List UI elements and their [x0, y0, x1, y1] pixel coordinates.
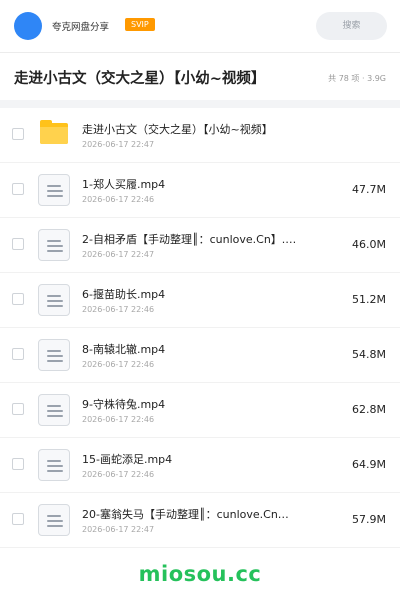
search-button[interactable]: 搜索 [316, 12, 387, 40]
item-size: 62.8M [352, 403, 386, 416]
item-size: 64.9M [352, 458, 386, 471]
item-size: 46.0M [352, 238, 386, 251]
list-item[interactable]: 1-郑人买履.mp4 2026-06-17 22:46 47.7M [0, 163, 400, 218]
list-item[interactable]: 9-守株待兔.mp4 2026-06-17 22:46 62.8M [0, 383, 400, 438]
section-divider [0, 100, 400, 108]
list-item[interactable]: 15-画蛇添足.mp4 2026-06-17 22:46 64.9M [0, 438, 400, 493]
list-item[interactable]: 6-揠苗助长.mp4 2026-06-17 22:46 51.2M [0, 273, 400, 328]
app-name: 夸克网盘分享 [52, 22, 110, 33]
folder-title-row: 走进小古文（交大之星）【小幼~视频】 共 78 项 · 3.9G [0, 53, 400, 100]
document-icon [38, 284, 70, 316]
document-icon [38, 449, 70, 481]
item-checkbox[interactable] [12, 238, 24, 250]
item-name: 8-南辕北辙.mp4 [82, 343, 166, 356]
item-size: 51.2M [352, 293, 386, 306]
item-name: 走进小古文（交大之星）【小幼~视频】 [82, 123, 273, 136]
header: 夸克网盘分享 SVIP 搜索 [0, 0, 400, 52]
item-date: 2026-06-17 22:46 [82, 305, 155, 314]
folder-icon [40, 120, 68, 144]
list-item[interactable]: 20-塞翁失马【手动整理║：cunlove.Cn】… 2026-06-17 22… [0, 493, 400, 548]
avatar[interactable] [14, 12, 42, 40]
watermark: miosou.cc [138, 562, 262, 586]
item-name: 2-自相矛盾【手动整理║：cunlove.Cn】.… [82, 233, 297, 246]
document-icon [38, 229, 70, 261]
item-checkbox[interactable] [12, 403, 24, 415]
item-date: 2026-06-17 22:46 [82, 195, 155, 204]
item-checkbox[interactable] [12, 458, 24, 470]
list-item[interactable]: 2-自相矛盾【手动整理║：cunlove.Cn】.… 2026-06-17 22… [0, 218, 400, 273]
item-checkbox[interactable] [12, 128, 24, 140]
item-name: 9-守株待兔.mp4 [82, 398, 166, 411]
item-name: 15-画蛇添足.mp4 [82, 453, 173, 466]
item-size: 54.8M [352, 348, 386, 361]
item-date: 2026-06-17 22:46 [82, 360, 155, 369]
item-checkbox[interactable] [12, 293, 24, 305]
document-icon [38, 174, 70, 206]
item-date: 2026-06-17 22:47 [82, 140, 155, 149]
item-checkbox[interactable] [12, 348, 24, 360]
page-title: 走进小古文（交大之星）【小幼~视频】 [14, 71, 266, 87]
file-list: 走进小古文（交大之星）【小幼~视频】 2026-06-17 22:47 1-郑人… [0, 108, 400, 548]
document-icon [38, 504, 70, 536]
item-size: 47.7M [352, 183, 386, 196]
item-name: 1-郑人买履.mp4 [82, 178, 166, 191]
item-checkbox[interactable] [12, 183, 24, 195]
item-name: 20-塞翁失马【手动整理║：cunlove.Cn】… [82, 508, 297, 521]
document-icon [38, 339, 70, 371]
list-item[interactable]: 8-南辕北辙.mp4 2026-06-17 22:46 54.8M [0, 328, 400, 383]
item-date: 2026-06-17 22:47 [82, 250, 155, 259]
item-date: 2026-06-17 22:46 [82, 470, 155, 479]
folder-meta: 共 78 项 · 3.9G [328, 74, 386, 83]
item-date: 2026-06-17 22:47 [82, 525, 155, 534]
svip-badge: SVIP [125, 18, 155, 31]
item-name: 6-揠苗助长.mp4 [82, 288, 166, 301]
item-size: 57.9M [352, 513, 386, 526]
item-date: 2026-06-17 22:46 [82, 415, 155, 424]
item-checkbox[interactable] [12, 513, 24, 525]
list-item[interactable]: 走进小古文（交大之星）【小幼~视频】 2026-06-17 22:47 [0, 108, 400, 163]
document-icon [38, 394, 70, 426]
